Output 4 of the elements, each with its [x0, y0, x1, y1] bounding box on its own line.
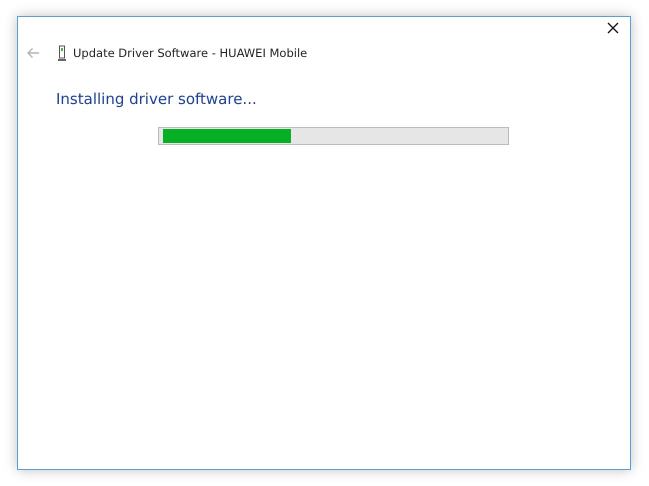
device-icon — [57, 45, 67, 61]
window-title: Update Driver Software - HUAWEI Mobile — [73, 46, 308, 60]
heading: Installing driver software... — [56, 90, 258, 108]
close-icon — [607, 22, 619, 34]
